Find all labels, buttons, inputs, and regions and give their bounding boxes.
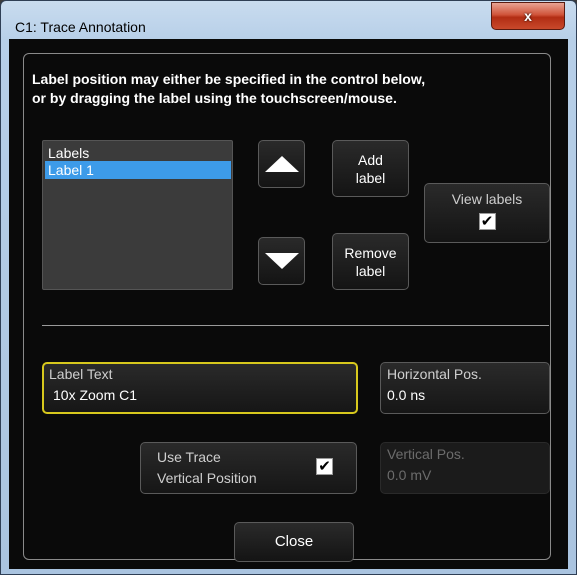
labels-list[interactable]: Labels Label 1	[42, 140, 233, 290]
label-text-value: 10x Zoom C1	[53, 387, 138, 403]
use-trace-line-2: Vertical Position	[157, 470, 257, 486]
arrow-down-icon	[264, 253, 299, 269]
remove-label-line-1: Remove	[344, 244, 397, 261]
add-label-line-2: label	[355, 169, 386, 186]
labels-list-item[interactable]: Label 1	[45, 161, 231, 179]
use-trace-line-1: Use Trace	[157, 449, 221, 465]
vertical-pos-label: Vertical Pos.	[387, 446, 465, 462]
use-trace-checkbox[interactable]: ✔	[316, 458, 333, 475]
horizontal-pos-value: 0.0 ns	[387, 387, 426, 403]
instructions-line-2: or by dragging the label using the touch…	[32, 90, 397, 106]
view-labels-checkbox[interactable]: ✔	[478, 213, 496, 230]
instructions-line-1: Label position may either be specified i…	[32, 71, 426, 87]
add-label-line-1: Add	[358, 151, 383, 168]
vertical-pos-field: Vertical Pos. 0.0 mV	[380, 442, 550, 494]
vertical-pos-value: 0.0 mV	[387, 467, 432, 483]
window-close-button[interactable]: x	[491, 2, 565, 30]
remove-label-line-2: label	[355, 262, 386, 279]
checkmark-icon: ✔	[318, 458, 331, 475]
instructions-text: Label position may either be specified i…	[32, 70, 552, 108]
horizontal-pos-field[interactable]: Horizontal Pos. 0.0 ns	[380, 362, 550, 414]
window-title: C1: Trace Annotation	[15, 19, 146, 35]
close-button-label: Close	[274, 533, 314, 550]
close-button[interactable]: Close	[234, 522, 354, 562]
label-text-field[interactable]: Label Text 10x Zoom C1	[42, 362, 358, 414]
view-labels-label: View labels	[451, 191, 523, 207]
add-label-button[interactable]: Add label	[332, 140, 409, 197]
section-divider	[42, 325, 549, 326]
use-trace-vertical-position-toggle[interactable]: Use Trace Vertical Position ✔	[140, 442, 357, 494]
arrow-up-icon	[264, 156, 299, 172]
labels-list-header: Labels	[48, 145, 90, 161]
remove-label-button[interactable]: Remove label	[332, 233, 409, 290]
move-up-button[interactable]	[258, 140, 305, 188]
close-icon: x	[524, 8, 532, 24]
move-down-button[interactable]	[258, 237, 305, 285]
title-bar[interactable]: C1: Trace Annotation x	[1, 1, 576, 41]
checkmark-icon: ✔	[480, 213, 494, 230]
label-text-label: Label Text	[49, 366, 113, 382]
horizontal-pos-label: Horizontal Pos.	[387, 366, 482, 382]
view-labels-toggle[interactable]: View labels ✔	[424, 183, 550, 243]
